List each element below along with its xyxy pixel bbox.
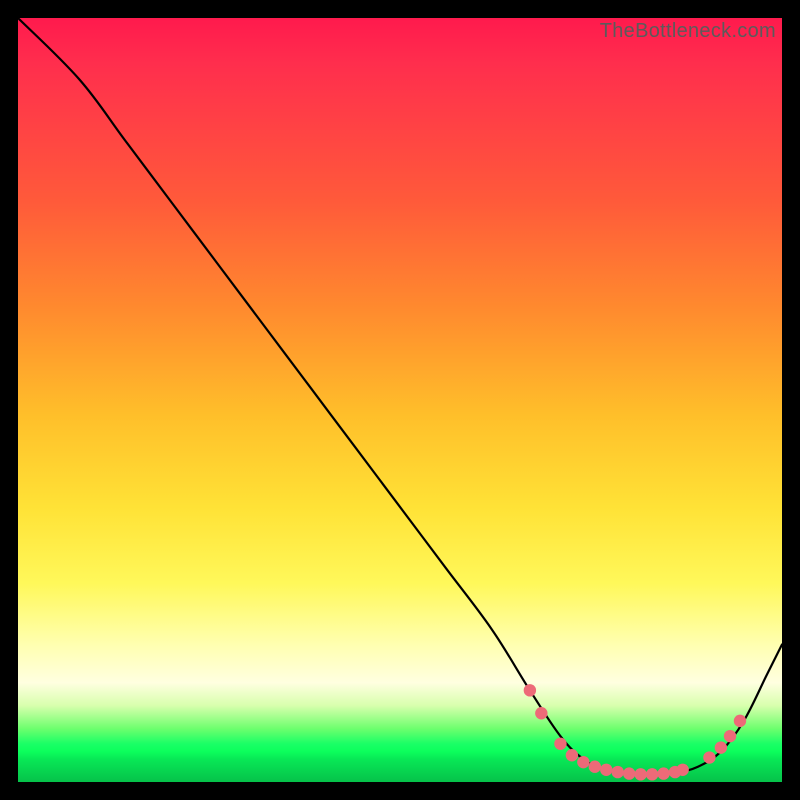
marker-dot bbox=[577, 756, 589, 768]
marker-dot bbox=[634, 768, 646, 780]
chart-svg bbox=[18, 18, 782, 782]
marker-dot bbox=[646, 768, 658, 780]
marker-dot bbox=[566, 749, 578, 761]
marker-dot bbox=[600, 764, 612, 776]
marker-dot bbox=[589, 761, 601, 773]
marker-dot bbox=[623, 767, 635, 779]
bottleneck-curve bbox=[18, 18, 782, 775]
marker-dot bbox=[524, 684, 536, 696]
marker-dot bbox=[535, 707, 547, 719]
marker-dot bbox=[715, 741, 727, 753]
marker-dot bbox=[554, 738, 566, 750]
marker-dot bbox=[676, 764, 688, 776]
marker-dot bbox=[734, 715, 746, 727]
marker-dot bbox=[724, 730, 736, 742]
marker-dot bbox=[657, 767, 669, 779]
marker-dot bbox=[703, 751, 715, 763]
marker-dot bbox=[612, 766, 624, 778]
chart-frame: TheBottleneck.com bbox=[18, 18, 782, 782]
